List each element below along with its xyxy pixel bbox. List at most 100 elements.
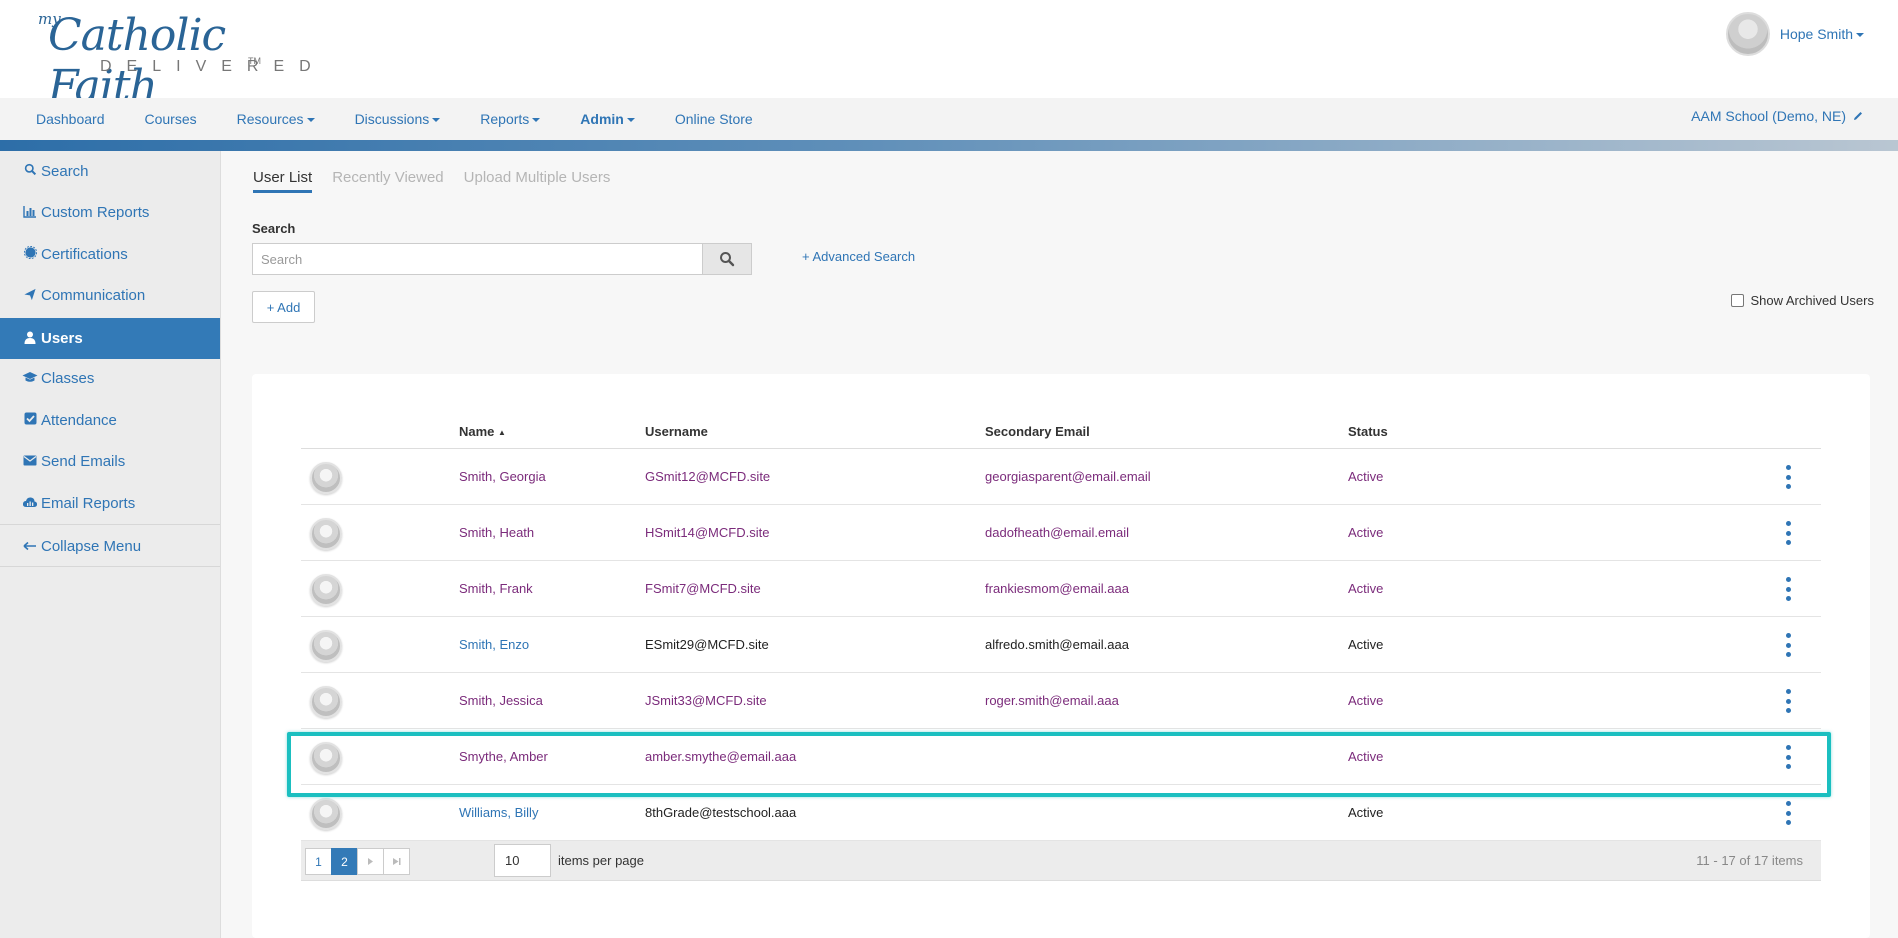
- nav-item-label: Online Store: [674, 111, 753, 127]
- table-row[interactable]: Smith, Heath HSmit14@MCFD.site dadofheath@…: [301, 505, 1821, 561]
- table-row[interactable]: Smith, Enzo ESmit29@MCFD.site alfredo.smit…: [301, 617, 1821, 673]
- user-menu[interactable]: Hope Smith: [1725, 12, 1864, 56]
- sidebar-item-classes[interactable]: Classes: [0, 359, 220, 399]
- column-username-header[interactable]: Username: [645, 424, 708, 439]
- add-user-button[interactable]: + Add: [252, 291, 315, 323]
- avatar[interactable]: [310, 686, 342, 718]
- sidebar-item-email-reports[interactable]: Email Reports: [0, 483, 220, 523]
- chevron-down-icon: [306, 118, 315, 123]
- pager-buttons: 12: [305, 848, 410, 875]
- more-actions-icon[interactable]: [1783, 577, 1793, 601]
- avatar[interactable]: [310, 742, 342, 774]
- sidebar-item-certifications[interactable]: Certifications: [0, 234, 220, 274]
- avatar[interactable]: [310, 574, 342, 606]
- secondary-email-cell: alfredo.smith@email.aaa: [985, 637, 1129, 652]
- search-icon: [22, 163, 38, 179]
- kebab-dot: [1785, 474, 1791, 480]
- top-nav: Dashboard Courses Resources Discussions Repo…: [0, 98, 1898, 140]
- more-actions-icon[interactable]: [1783, 521, 1793, 545]
- nav-item-admin[interactable]: Admin: [580, 111, 635, 127]
- next-page-icon[interactable]: [357, 848, 384, 875]
- tab-upload-multiple-users[interactable]: Upload Multiple Users: [464, 169, 611, 193]
- page-2-button[interactable]: 2: [331, 848, 358, 875]
- sidebar-item-attendance[interactable]: Attendance: [0, 400, 220, 440]
- collapse-menu-label: Collapse Menu: [41, 537, 142, 555]
- more-actions-icon[interactable]: [1783, 689, 1793, 713]
- sidebar: Search Custom Reports Certifications Commun…: [0, 151, 221, 938]
- page-1-button[interactable]: 1: [305, 848, 332, 875]
- table-row[interactable]: Williams, Billy 8thGrade@testschool.aaa Ac…: [301, 785, 1821, 841]
- user-name-link[interactable]: Smythe, Amber: [459, 729, 548, 784]
- sidebar-item-label: Email Reports: [41, 494, 136, 512]
- sidebar-item-label: Custom Reports: [41, 204, 150, 221]
- search-input[interactable]: [253, 244, 703, 274]
- items-per-page-label: items per page: [558, 853, 644, 868]
- table-row[interactable]: Smith, Georgia GSmit12@MCFD.site georgiasp…: [301, 449, 1821, 505]
- grid-rows: Smith, Georgia GSmit12@MCFD.site georgiasp…: [301, 449, 1821, 841]
- nav-item-discussions[interactable]: Discussions: [355, 111, 441, 127]
- user-name-link[interactable]: Smith, Georgia: [459, 449, 546, 504]
- more-actions-icon[interactable]: [1783, 633, 1793, 657]
- tab-user-list[interactable]: User List: [253, 169, 313, 193]
- sidebar-item-label: Certifications: [41, 245, 128, 263]
- nav-item-resources[interactable]: Resources: [237, 111, 315, 127]
- collapse-menu-button[interactable]: Collapse Menu: [0, 525, 220, 567]
- table-row[interactable]: Smith, Jessica JSmit33@MCFD.site roger.smi…: [301, 673, 1821, 729]
- user-name-link[interactable]: Smith, Jessica: [459, 673, 543, 728]
- show-archived-checkbox[interactable]: [1731, 294, 1745, 307]
- grid-header: Name ▲ Username Secondary Email Status: [301, 414, 1821, 449]
- avatar[interactable]: [310, 518, 342, 550]
- column-name-header[interactable]: Name ▲: [459, 424, 506, 439]
- kebab-dot: [1785, 801, 1791, 806]
- pencil-icon[interactable]: [1852, 110, 1864, 122]
- sidebar-item-search[interactable]: Search: [0, 151, 220, 191]
- nav-item-dashboard[interactable]: Dashboard: [36, 111, 105, 127]
- bar-chart-icon: [22, 205, 38, 221]
- search-button[interactable]: [702, 243, 752, 275]
- user-name-link[interactable]: Smith, Frank: [459, 561, 533, 616]
- sidebar-item-custom-reports[interactable]: Custom Reports: [0, 193, 220, 233]
- user-name-link[interactable]: Smith, Enzo: [459, 617, 529, 672]
- user-menu-label[interactable]: Hope Smith: [1780, 26, 1864, 42]
- nav-item-reports[interactable]: Reports: [480, 111, 541, 127]
- more-actions-icon[interactable]: [1783, 465, 1793, 489]
- brand-logo[interactable]: my Catholic Faith DELIVERED TM: [36, 6, 311, 112]
- table-row[interactable]: Smythe, Amber amber.smythe@email.aaa Activ…: [301, 729, 1821, 785]
- status-cell: Active: [1348, 693, 1384, 708]
- more-actions-icon[interactable]: [1783, 745, 1793, 769]
- search-box[interactable]: [252, 243, 704, 275]
- avatar[interactable]: [310, 462, 342, 494]
- user-name-link[interactable]: Smith, Heath: [459, 505, 534, 560]
- sidebar-item-communication[interactable]: Communication: [0, 276, 220, 316]
- nav-item-online-store[interactable]: Online Store: [675, 111, 753, 127]
- avatar[interactable]: [310, 630, 342, 662]
- school-selector[interactable]: AAM School (Demo, NE): [1691, 108, 1864, 124]
- sidebar-item-label: Send Emails: [41, 453, 126, 470]
- column-status-header[interactable]: Status: [1348, 424, 1388, 439]
- nav-item-label: Reports: [480, 111, 530, 127]
- advanced-search-link[interactable]: + Advanced Search: [802, 249, 915, 264]
- tab-recently-viewed[interactable]: Recently Viewed: [332, 169, 443, 193]
- show-archived-users[interactable]: Show Archived Users: [1731, 293, 1874, 308]
- nav-item-courses[interactable]: Courses: [145, 111, 197, 127]
- user-avatar[interactable]: [1725, 12, 1770, 56]
- more-actions-icon[interactable]: [1783, 801, 1793, 825]
- sidebar-item-send-emails[interactable]: Send Emails: [0, 442, 220, 482]
- kebab-dot: [1785, 745, 1791, 750]
- user-name-link[interactable]: Williams, Billy: [459, 785, 538, 840]
- chevron-down-icon: [1856, 33, 1864, 38]
- last-page-icon[interactable]: [383, 848, 410, 875]
- kebab-dot: [1785, 698, 1791, 704]
- status-cell: Active: [1348, 805, 1384, 820]
- column-email-header[interactable]: Secondary Email: [985, 424, 1090, 439]
- table-row[interactable]: Smith, Frank FSmit7@MCFD.site frankiesmom@…: [301, 561, 1821, 617]
- checkbox-icon: [22, 412, 38, 428]
- user-grid: Name ▲ Username Secondary Email Status S…: [301, 414, 1821, 881]
- items-per-page-select[interactable]: 10: [494, 844, 551, 877]
- sidebar-item-users[interactable]: Users: [0, 318, 220, 359]
- user-icon: [22, 331, 38, 347]
- avatar[interactable]: [310, 798, 342, 830]
- status-cell: Active: [1348, 581, 1384, 596]
- pager-info: 11 - 17 of 17 items: [1696, 853, 1803, 868]
- user-list-card: Name ▲ Username Secondary Email Status S…: [252, 374, 1870, 938]
